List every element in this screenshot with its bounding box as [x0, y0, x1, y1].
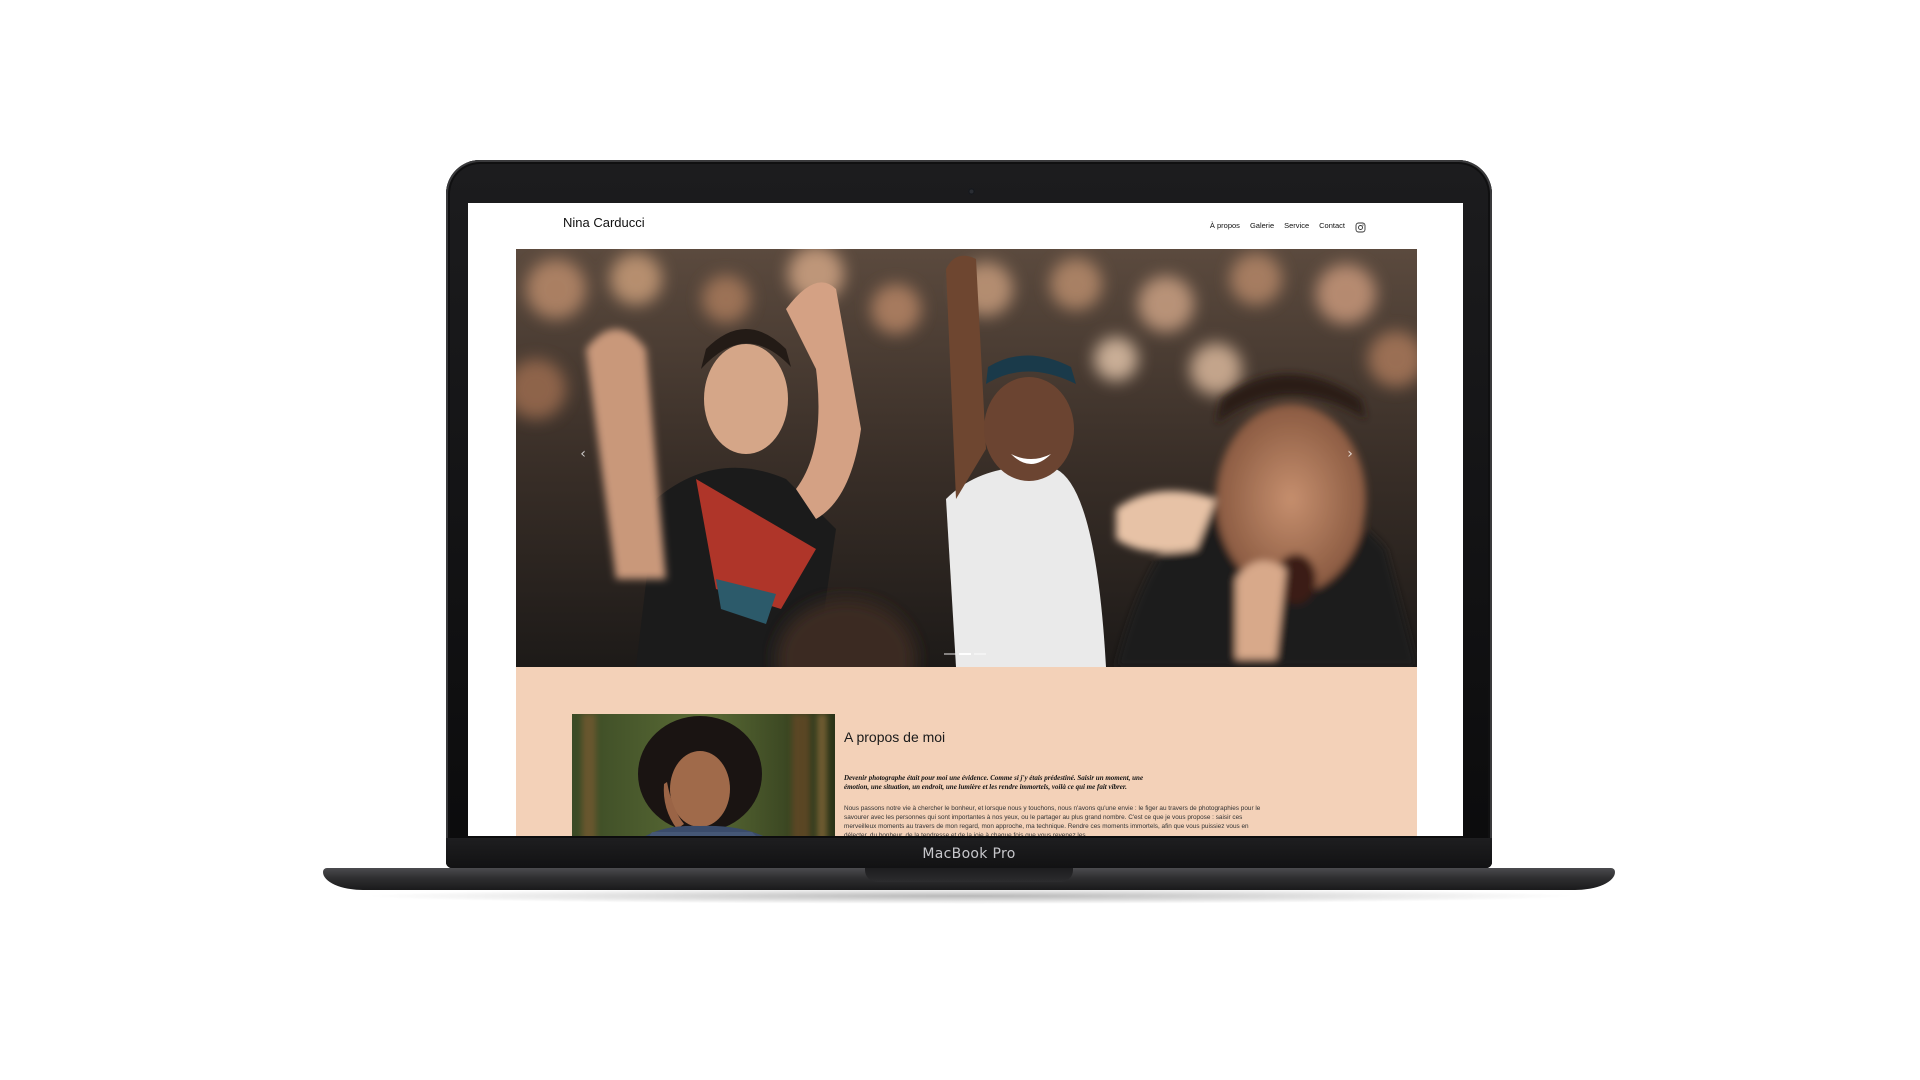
carousel-indicator-2[interactable] [959, 653, 971, 655]
nav-link-service[interactable]: Service [1284, 221, 1309, 230]
laptop-screen: Nina Carducci À propos Galerie Service C… [468, 203, 1463, 836]
carousel-next-icon[interactable]: › [1343, 444, 1357, 464]
site-header: Nina Carducci À propos Galerie Service C… [468, 203, 1463, 249]
carousel-prev-icon[interactable]: ‹ [576, 444, 590, 464]
nav-link-contact[interactable]: Contact [1319, 221, 1345, 230]
about-title: A propos de moi [844, 729, 946, 745]
carousel-indicators [944, 653, 986, 655]
about-lead-text: Devenir photographe était pour moi une é… [844, 774, 1144, 791]
model-label: MacBook Pro [922, 846, 1016, 862]
hero-image [516, 249, 1417, 667]
site-brand[interactable]: Nina Carducci [563, 215, 645, 230]
hero-carousel: ‹ › [516, 249, 1417, 667]
about-section: A propos de moi Devenir photographe étai… [516, 667, 1417, 836]
laptop-notch [865, 868, 1073, 882]
webcam [968, 188, 975, 195]
nav-link-about[interactable]: À propos [1210, 221, 1240, 230]
nav-link-gallery[interactable]: Galerie [1250, 221, 1274, 230]
main-nav: À propos Galerie Service Contact [1210, 220, 1366, 233]
carousel-indicator-3[interactable] [974, 653, 986, 655]
instagram-icon[interactable] [1355, 220, 1366, 233]
laptop-shadow [360, 888, 1580, 904]
about-body-text: Nous passons notre vie à chercher le bon… [844, 805, 1261, 836]
portrait-image [572, 714, 835, 836]
carousel-indicator-1[interactable] [944, 653, 956, 655]
